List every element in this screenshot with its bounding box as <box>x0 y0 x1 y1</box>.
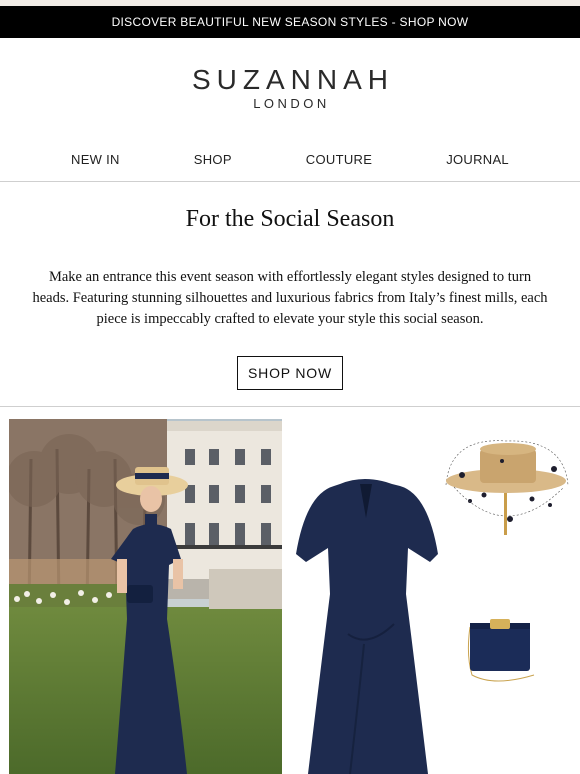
straw-hat-product[interactable] <box>440 435 574 545</box>
nav-item-journal[interactable]: JOURNAL <box>446 152 509 167</box>
brand-name: SUZANNAH <box>191 64 394 95</box>
shop-now-button[interactable]: SHOP NOW <box>237 356 343 390</box>
product-flatlay <box>288 419 580 774</box>
section-divider <box>0 406 580 407</box>
nav-item-shop[interactable]: SHOP <box>194 152 232 167</box>
lifestyle-photo[interactable] <box>9 419 282 774</box>
hero-body: Make an entrance this event season with … <box>32 269 548 327</box>
main-nav: NEW IN SHOP COUTURE JOURNAL <box>0 138 580 182</box>
navy-clutch-product[interactable] <box>464 615 574 695</box>
nav-item-new-in[interactable]: NEW IN <box>71 152 120 167</box>
navy-dress-product[interactable] <box>288 474 448 774</box>
nav-item-couture[interactable]: COUTURE <box>306 152 372 167</box>
hero-title: For the Social Season <box>185 206 395 232</box>
product-section <box>0 410 580 774</box>
announcement-bar[interactable]: DISCOVER BEAUTIFUL NEW SEASON STYLES - S… <box>0 6 580 38</box>
brand-logo[interactable]: SUZANNAH LONDON <box>0 38 580 138</box>
email-page: DISCOVER BEAUTIFUL NEW SEASON STYLES - S… <box>0 0 580 774</box>
brand-subtitle: LONDON <box>253 96 330 111</box>
